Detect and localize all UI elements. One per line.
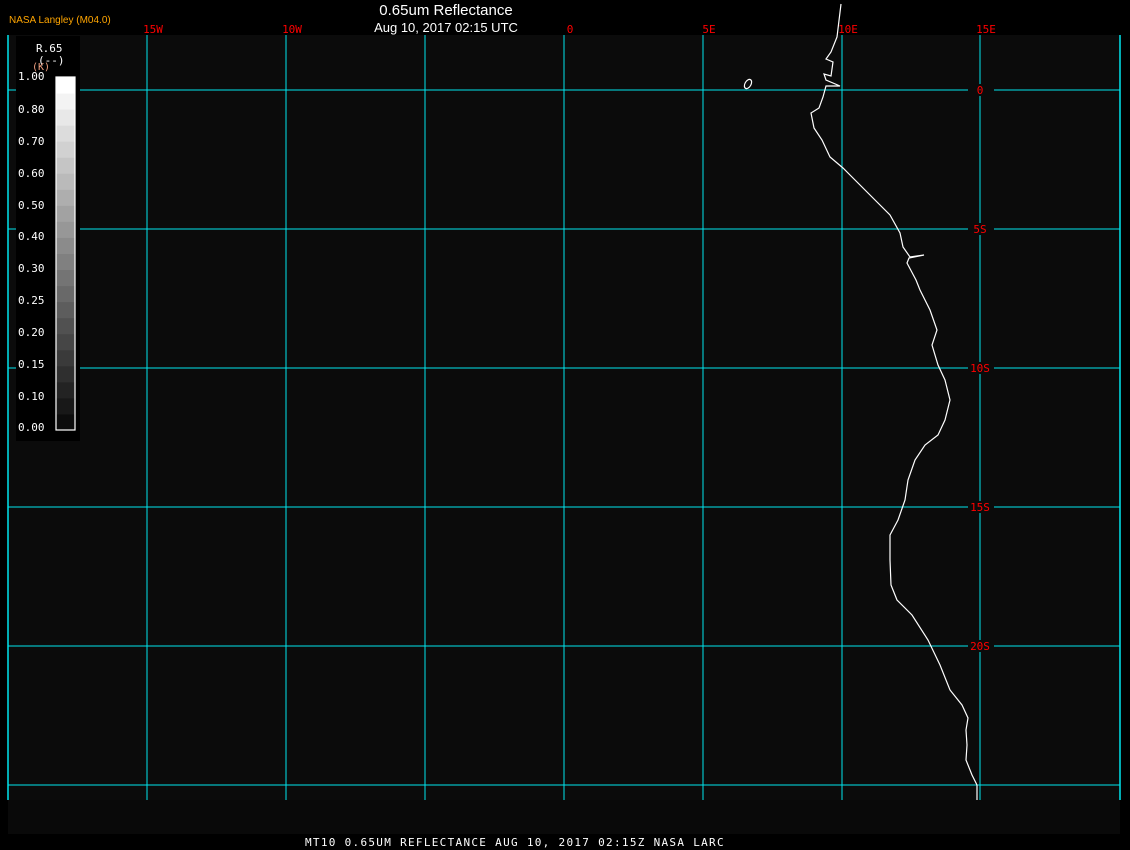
color-legend: R.65 (--) (K) 1.00 0.80 0.70 0.60 0.50 0.40 0.… bbox=[16, 36, 80, 441]
colorbar-segment bbox=[56, 221, 75, 238]
latitude-label: 5S bbox=[973, 223, 986, 236]
colorbar-segment bbox=[56, 253, 75, 271]
legend-tick-label: 0.20 bbox=[18, 326, 45, 339]
colorbar-segment bbox=[56, 397, 75, 415]
colorbar-segment bbox=[56, 413, 75, 431]
legend-tick-label: 0.80 bbox=[18, 103, 45, 116]
longitude-label: 15E bbox=[976, 23, 996, 36]
colorbar-segment bbox=[56, 317, 75, 335]
satellite-map: 15W 10W 0 5E 10E 15E05S10S15S20S bbox=[7, 3, 1121, 834]
legend-tick-label: 0.15 bbox=[18, 358, 45, 371]
colorbar-segment bbox=[56, 157, 75, 174]
colorbar-segment bbox=[56, 301, 75, 319]
colorbar-segment bbox=[56, 141, 75, 158]
legend-tick-label: 0.10 bbox=[18, 390, 45, 403]
colorbar-segment bbox=[56, 93, 75, 110]
footer-caption: MT10 0.65UM REFLECTANCE AUG 10, 2017 02:… bbox=[305, 836, 725, 849]
colorbar-segment bbox=[56, 173, 75, 190]
map-bottom-margin bbox=[8, 800, 1120, 834]
producer-label: NASA Langley (M04.0) bbox=[9, 15, 111, 26]
legend-tick-label: 0.50 bbox=[18, 199, 45, 212]
latitude-label: 10S bbox=[970, 362, 990, 375]
legend-tick-label: 0.60 bbox=[18, 167, 45, 180]
colorbar-segment bbox=[56, 365, 75, 383]
map-timestamp: Aug 10, 2017 02:15 UTC bbox=[374, 20, 518, 35]
colorbar-segment bbox=[56, 109, 75, 126]
latitude-label: 20S bbox=[970, 640, 990, 653]
legend-tick-label: 0.00 bbox=[18, 421, 45, 434]
legend-tick-label: 0.70 bbox=[18, 135, 45, 148]
colorbar-segment bbox=[56, 285, 75, 303]
colorbar-segment bbox=[56, 189, 75, 206]
colorbar-segment bbox=[56, 125, 75, 142]
legend-tick-label: 1.00 bbox=[18, 70, 45, 83]
legend-tick-label: 0.25 bbox=[18, 294, 45, 307]
colorbar-segment bbox=[56, 205, 75, 222]
colorbar-segment bbox=[56, 381, 75, 399]
colorbar-segment bbox=[56, 333, 75, 351]
colorbar-segment bbox=[56, 237, 75, 254]
legend-tick-label: 0.40 bbox=[18, 230, 45, 243]
colorbar-segment bbox=[56, 269, 75, 287]
map-title: 0.65um Reflectance bbox=[379, 2, 513, 19]
colorbar-segment bbox=[56, 349, 75, 367]
latitude-label: 0 bbox=[977, 84, 984, 97]
colorbar-segment bbox=[56, 77, 75, 94]
legend-tick-label: 0.30 bbox=[18, 262, 45, 275]
latitude-label: 15S bbox=[970, 501, 990, 514]
